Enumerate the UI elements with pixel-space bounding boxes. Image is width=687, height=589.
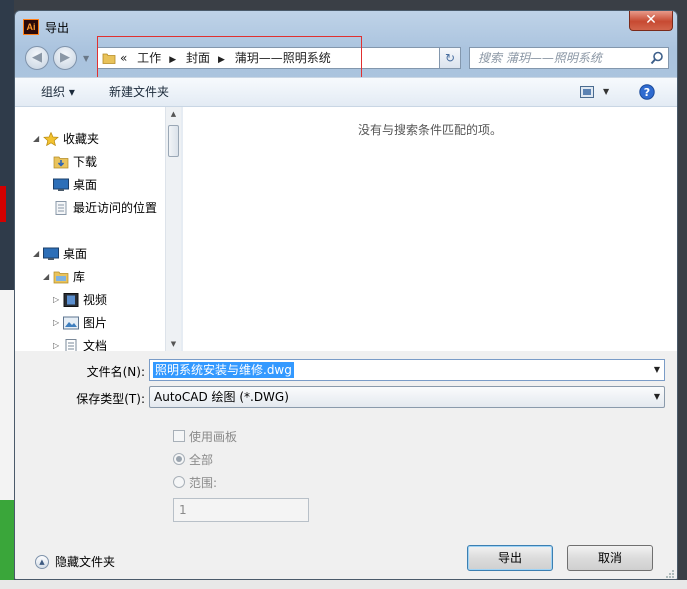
breadcrumb-item-current[interactable]: 蒲玥——照明系统 bbox=[235, 51, 331, 65]
chevron-right-icon[interactable]: ▶ bbox=[169, 55, 176, 65]
tree-label: 最近访问的位置 bbox=[73, 201, 158, 215]
tree-label: 视频 bbox=[83, 293, 108, 307]
resize-grip-icon[interactable] bbox=[665, 569, 675, 579]
close-button[interactable]: ✕ bbox=[629, 11, 673, 31]
view-options-icon[interactable] bbox=[580, 86, 594, 98]
tree-label: 桌面 bbox=[63, 247, 88, 261]
window-title: 导出 bbox=[45, 21, 70, 35]
range-field[interactable]: 1 bbox=[173, 498, 309, 522]
hide-folders-label: 隐藏文件夹 bbox=[55, 555, 116, 569]
range-label: 范围: bbox=[189, 476, 218, 490]
command-toolbar: 组织 ▾ 新建文件夹 ▼ ? bbox=[15, 77, 677, 107]
tree-label: 桌面 bbox=[73, 178, 98, 192]
recent-places-icon bbox=[55, 201, 67, 215]
desktop-icon bbox=[53, 178, 69, 191]
search-input[interactable]: 搜索 蒲玥——照明系统 bbox=[469, 47, 669, 69]
navigation-bar: ◀ ▶ ▼ « 工作▶ 封面▶ 蒲玥——照明系统 ▼ ↻ 搜索 蒲玥——照明系统 bbox=[15, 41, 677, 77]
downloads-folder-icon bbox=[53, 156, 69, 169]
forward-button[interactable]: ▶ bbox=[53, 46, 77, 70]
picture-library-icon bbox=[63, 316, 79, 330]
filename-label: 文件名(N): bbox=[86, 365, 145, 379]
document-library-icon bbox=[65, 339, 77, 351]
empty-results-message: 没有与搜索条件匹配的项。 bbox=[357, 123, 502, 137]
title-bar: Ai 导出 ✕ bbox=[15, 11, 677, 41]
background-red-marker bbox=[0, 186, 6, 222]
use-artboards-label: 使用画板 bbox=[189, 430, 238, 444]
scroll-down-icon[interactable]: ▼ bbox=[166, 337, 181, 351]
search-icon[interactable] bbox=[650, 51, 664, 65]
file-type-value: AutoCAD 绘图 (*.DWG) bbox=[154, 390, 289, 404]
search-placeholder: 搜索 蒲玥——照明系统 bbox=[478, 51, 602, 65]
breadcrumb-item-work[interactable]: 工作 bbox=[137, 51, 161, 65]
range-radio[interactable] bbox=[173, 476, 185, 488]
chevron-down-icon[interactable]: ▼ bbox=[654, 387, 660, 407]
breadcrumb-prefix[interactable]: « bbox=[120, 51, 127, 65]
refresh-button[interactable]: ↻ bbox=[439, 47, 461, 69]
organize-menu[interactable]: 组织 ▾ bbox=[41, 78, 75, 106]
all-label: 全部 bbox=[189, 453, 214, 467]
address-bar[interactable]: « 工作▶ 封面▶ 蒲玥——照明系统 ▼ bbox=[97, 47, 452, 69]
expand-arrow-icon[interactable]: ▷ bbox=[53, 313, 59, 333]
tree-label: 库 bbox=[73, 270, 86, 284]
folder-icon bbox=[102, 53, 116, 64]
background-white bbox=[0, 290, 14, 500]
expand-arrow-icon[interactable]: ◢ bbox=[33, 129, 39, 149]
file-type-select[interactable]: AutoCAD 绘图 (*.DWG) ▼ bbox=[149, 386, 665, 408]
use-artboards-checkbox[interactable] bbox=[173, 430, 185, 442]
expand-arrow-icon[interactable]: ◢ bbox=[33, 244, 39, 264]
back-button[interactable]: ◀ bbox=[25, 46, 49, 70]
tree-label: 图片 bbox=[83, 316, 108, 330]
export-button[interactable]: 导出 bbox=[467, 545, 553, 571]
cancel-button[interactable]: 取消 bbox=[567, 545, 653, 571]
scroll-thumb[interactable] bbox=[168, 125, 179, 157]
tree-label: 文档 bbox=[83, 339, 108, 351]
chevron-down-icon[interactable]: ▼ bbox=[654, 360, 660, 380]
filename-field[interactable]: 照明系统安装与维修.dwg ▼ bbox=[149, 359, 665, 381]
new-folder-button[interactable]: 新建文件夹 bbox=[109, 78, 169, 106]
chevron-right-icon[interactable]: ▶ bbox=[218, 55, 225, 65]
chevron-up-icon: ▲ bbox=[35, 555, 49, 569]
video-library-icon bbox=[63, 293, 79, 307]
svg-text:?: ? bbox=[644, 86, 650, 99]
recent-pages-dropdown[interactable]: ▼ bbox=[83, 54, 89, 63]
breadcrumb-item-cover[interactable]: 封面 bbox=[186, 51, 210, 65]
expand-arrow-icon[interactable]: ◢ bbox=[43, 267, 49, 287]
filename-value: 照明系统安装与维修.dwg bbox=[153, 362, 294, 378]
navigation-pane: ◢ 收藏夹 下载 桌面 最近访问的位置 ◢ 桌面 ◢ 库 ▷ 视频 ▷ 图片 ▷… bbox=[15, 107, 181, 351]
file-type-label: 保存类型(T): bbox=[76, 392, 145, 406]
export-dialog: Ai 导出 ✕ ◀ ▶ ▼ « 工作 ▶ 封面 ▶ 蒲玥——照明系统 ▼ ↻ 搜索 … bbox=[14, 10, 678, 580]
background-green bbox=[0, 500, 14, 589]
expand-arrow-icon[interactable]: ▷ bbox=[53, 290, 59, 310]
file-list-pane[interactable]: 没有与搜索条件匹配的项。 bbox=[183, 107, 677, 351]
library-icon bbox=[53, 271, 69, 284]
browser-panes: ◢ 收藏夹 下载 桌面 最近访问的位置 ◢ 桌面 ◢ 库 ▷ 视频 ▷ 图片 ▷… bbox=[15, 107, 677, 351]
tree-label: 下载 bbox=[73, 155, 98, 169]
breadcrumb: « 工作 ▶ 封面 ▶ 蒲玥——照明系统 bbox=[120, 48, 337, 68]
view-dropdown-icon[interactable]: ▼ bbox=[603, 78, 609, 106]
tree-label: 收藏夹 bbox=[63, 132, 100, 146]
all-radio[interactable] bbox=[173, 453, 185, 465]
expand-arrow-icon[interactable]: ▷ bbox=[53, 336, 59, 351]
star-icon bbox=[43, 132, 59, 146]
navigation-scrollbar[interactable]: ▲ ▼ bbox=[165, 107, 181, 351]
help-icon[interactable]: ? bbox=[639, 84, 655, 100]
illustrator-app-icon: Ai bbox=[23, 19, 39, 35]
desktop-icon bbox=[43, 247, 59, 260]
background-bottom bbox=[0, 580, 687, 589]
save-options-panel: 文件名(N): 照明系统安装与维修.dwg ▼ 保存类型(T): AutoCAD… bbox=[15, 351, 677, 579]
scroll-up-icon[interactable]: ▲ bbox=[166, 107, 181, 121]
